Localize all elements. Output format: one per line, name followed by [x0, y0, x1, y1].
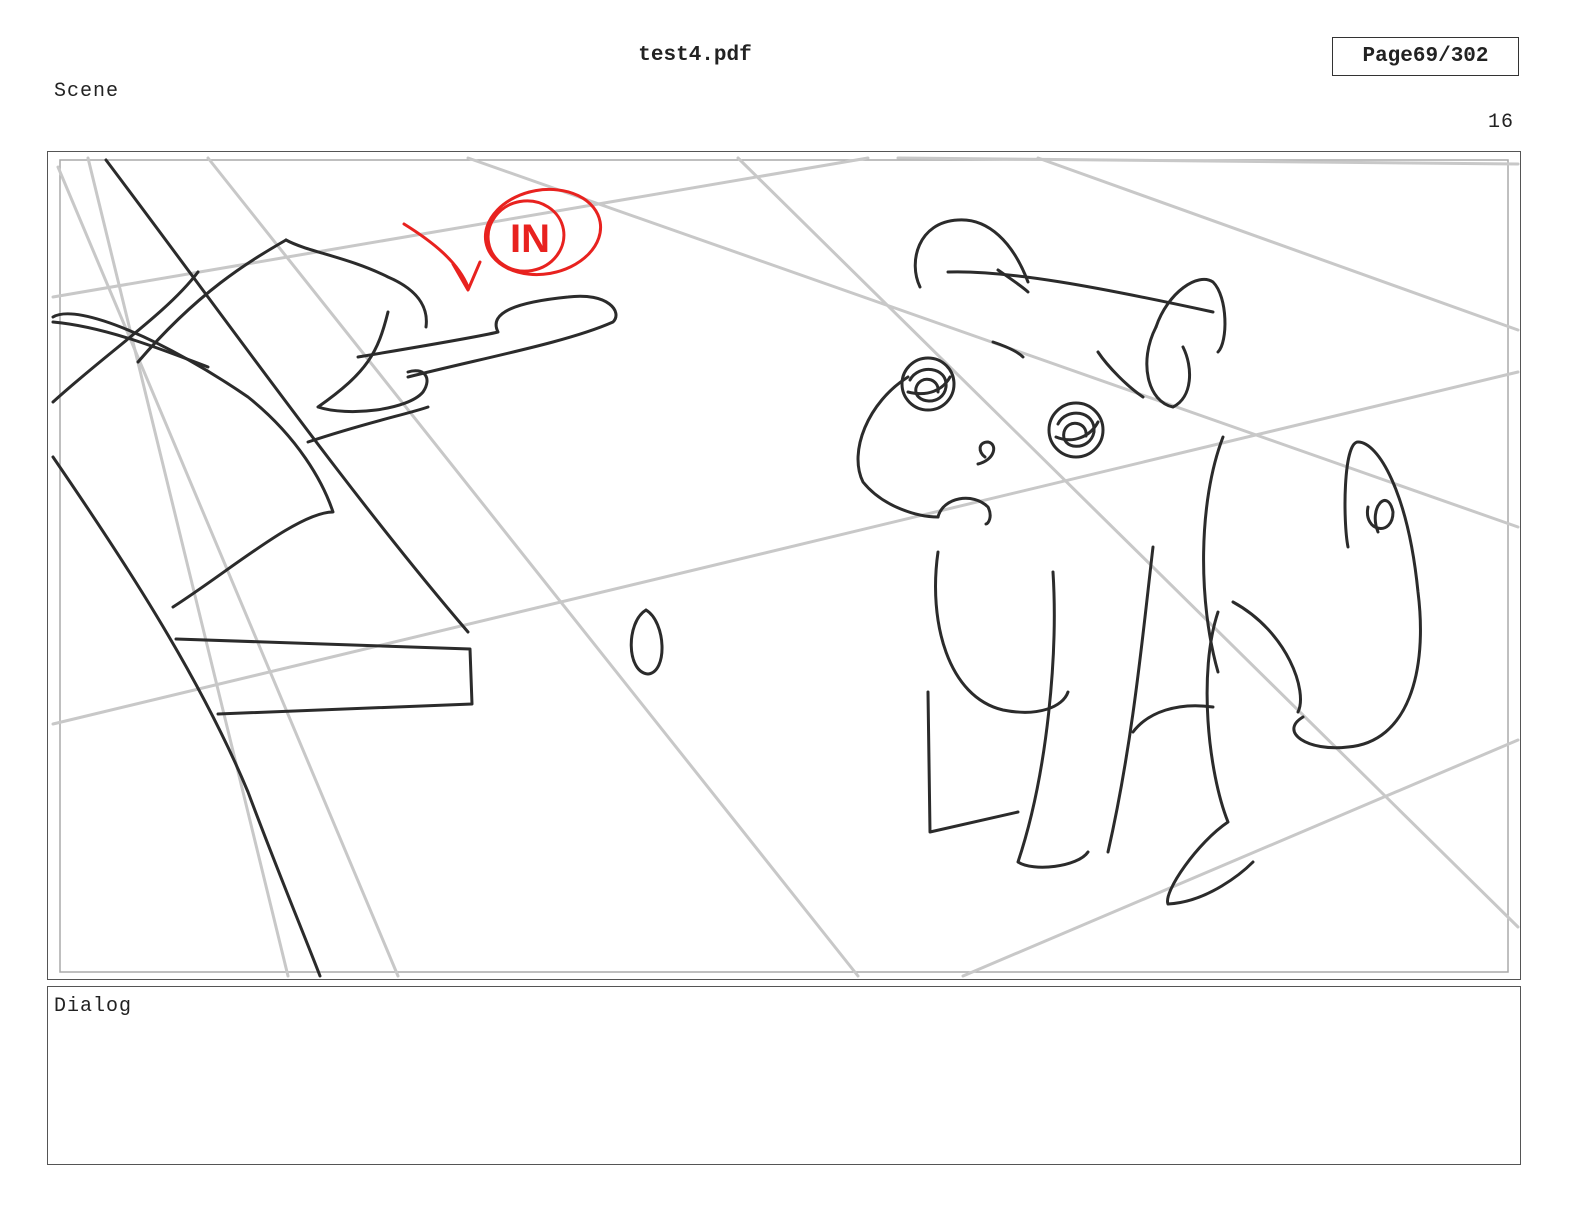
hand-sketch	[51, 238, 618, 609]
page-number: 69/302	[1412, 45, 1489, 68]
panel-number: 16	[1487, 111, 1514, 134]
scene-label: Scene	[54, 80, 120, 103]
dialog-label: Dialog	[54, 995, 133, 1018]
panel-sketch: IN	[51, 156, 1520, 978]
puppy-sketch	[856, 218, 1422, 906]
dialog-box[interactable]: Dialog	[47, 986, 1521, 1165]
pebble-sketch	[629, 608, 664, 676]
page-label: Page	[1362, 45, 1413, 68]
annotation-text: IN	[510, 217, 550, 261]
page-indicator: Page 69/302	[1332, 37, 1519, 76]
desk-sketch	[51, 158, 474, 978]
document-title: test4.pdf	[638, 44, 752, 67]
storyboard-panel: IN	[47, 151, 1521, 980]
safe-frame	[59, 159, 1509, 973]
